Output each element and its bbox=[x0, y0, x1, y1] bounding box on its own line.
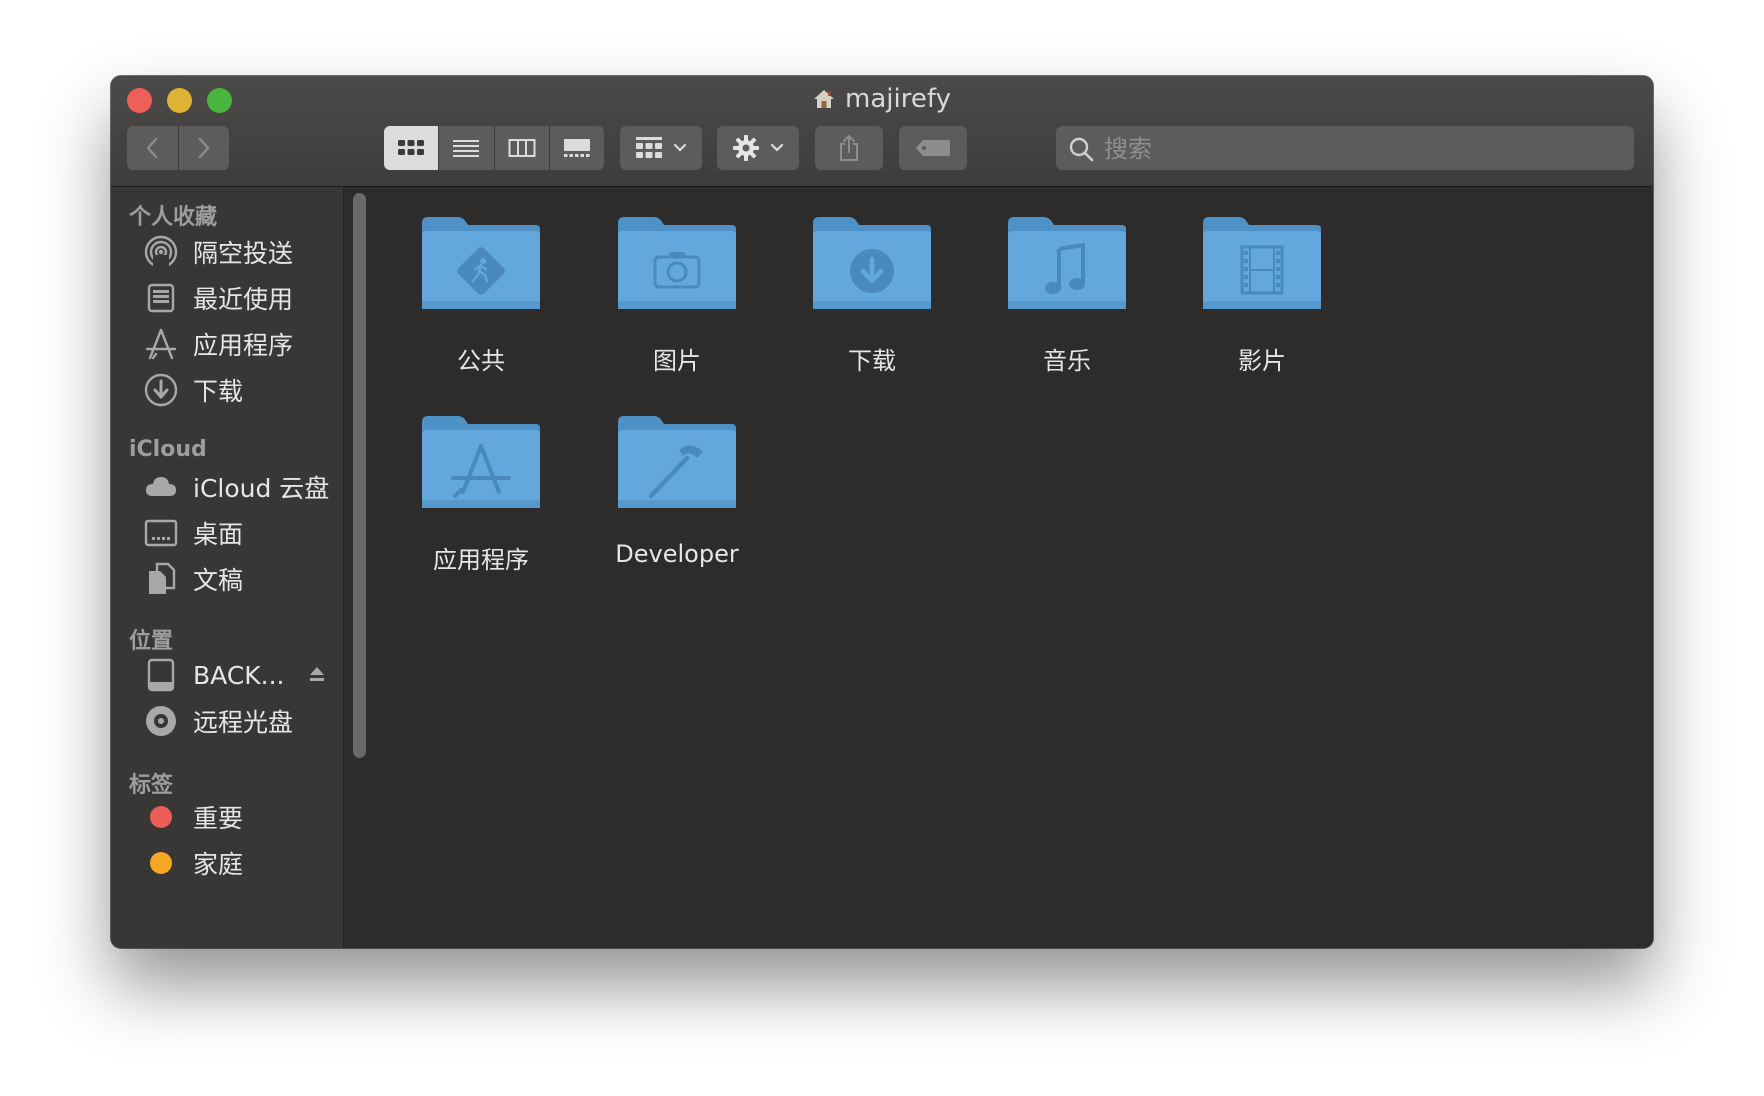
developer-folder-icon bbox=[618, 416, 736, 508]
documents-icon bbox=[141, 559, 181, 599]
sidebar-item-label: iCloud 云盘 bbox=[193, 474, 330, 503]
sidebar-item-tag-important[interactable]: 重要 bbox=[141, 797, 341, 837]
group-by-button[interactable] bbox=[620, 126, 702, 170]
file-area: 公共 图片 下载 音乐 影片 应用程序 Developer bbox=[374, 187, 1653, 948]
sidebar-header-tags: 标签 bbox=[129, 773, 174, 798]
file-name: 下载 bbox=[848, 347, 896, 375]
window-title-text: majirefy bbox=[845, 84, 951, 114]
gallery-icon bbox=[563, 139, 590, 157]
group-grid-icon bbox=[636, 137, 662, 158]
sidebar: 个人收藏 隔空投送 最近使用 应用程序 下载 iCloud iCloud 云盘 … bbox=[111, 187, 343, 948]
sidebar-item-label: 家庭 bbox=[193, 850, 244, 879]
drive-icon bbox=[141, 655, 181, 695]
file-item-applications[interactable]: 应用程序 bbox=[381, 414, 581, 584]
cloud-icon bbox=[141, 467, 181, 507]
recents-icon bbox=[141, 278, 181, 318]
file-name: 应用程序 bbox=[433, 546, 529, 574]
sidebar-item-icloud-drive[interactable]: iCloud 云盘 bbox=[141, 467, 341, 507]
list-view-button[interactable] bbox=[438, 126, 493, 170]
search-icon bbox=[1069, 137, 1094, 162]
icon-grid-icon bbox=[398, 140, 425, 155]
file-item-movies[interactable]: 影片 bbox=[1162, 215, 1362, 385]
finder-window: majirefy 搜索 个人收藏 隔空投送 最近使用 应用程序 下载 iClou… bbox=[111, 76, 1653, 948]
sidebar-item-label: 下载 bbox=[193, 377, 244, 406]
file-item-developer[interactable]: Developer bbox=[577, 414, 777, 584]
gallery-view-button[interactable] bbox=[548, 126, 604, 170]
sidebar-item-label: 桌面 bbox=[193, 520, 244, 549]
file-item-pictures[interactable]: 图片 bbox=[577, 215, 777, 385]
downloads-folder-icon bbox=[813, 217, 931, 309]
column-view-button[interactable] bbox=[493, 126, 549, 170]
toolbar: majirefy bbox=[111, 76, 1653, 187]
movies-folder-icon bbox=[1203, 217, 1321, 309]
back-button[interactable] bbox=[127, 126, 178, 170]
sidebar-item-airdrop[interactable]: 隔空投送 bbox=[141, 232, 341, 272]
icon-view-button[interactable] bbox=[384, 126, 439, 170]
search-input[interactable] bbox=[1102, 126, 1606, 172]
window-title: majirefy bbox=[111, 84, 1653, 117]
sidebar-item-label: 重要 bbox=[193, 804, 244, 833]
sidebar-item-backup-drive[interactable]: BACK... bbox=[141, 655, 341, 695]
tag-orange-icon bbox=[141, 843, 181, 883]
sidebar-item-applications[interactable]: 应用程序 bbox=[141, 324, 341, 364]
file-name: 图片 bbox=[653, 347, 701, 375]
sidebar-item-downloads[interactable]: 下载 bbox=[141, 370, 341, 410]
sidebar-item-documents[interactable]: 文稿 bbox=[141, 559, 341, 599]
sidebar-item-label: 远程光盘 bbox=[193, 708, 294, 737]
sidebar-scrollbar[interactable] bbox=[343, 187, 375, 948]
chevron-down-icon bbox=[770, 143, 784, 152]
eject-icon[interactable] bbox=[308, 665, 326, 687]
sidebar-item-label: 应用程序 bbox=[193, 331, 294, 360]
public-folder-icon bbox=[422, 217, 540, 309]
file-name: 公共 bbox=[457, 347, 505, 375]
applications-folder-icon bbox=[422, 416, 540, 508]
file-item-public[interactable]: 公共 bbox=[381, 215, 581, 385]
search-field[interactable] bbox=[1056, 126, 1634, 172]
sidebar-header-icloud: iCloud bbox=[129, 437, 207, 462]
sidebar-item-remote-disc[interactable]: 远程光盘 bbox=[141, 701, 341, 741]
home-icon bbox=[813, 87, 835, 117]
sidebar-item-label: 隔空投送 bbox=[193, 239, 294, 268]
share-icon bbox=[840, 134, 858, 161]
tag-icon bbox=[916, 140, 950, 156]
list-icon bbox=[453, 140, 480, 157]
tag-red-icon bbox=[141, 797, 181, 837]
file-name: Developer bbox=[615, 540, 739, 568]
airdrop-icon bbox=[141, 232, 181, 272]
action-button[interactable] bbox=[717, 126, 799, 170]
file-item-music[interactable]: 音乐 bbox=[967, 215, 1167, 385]
desktop-icon bbox=[141, 513, 181, 553]
gear-icon bbox=[733, 135, 759, 161]
sidebar-item-label: 最近使用 bbox=[193, 285, 294, 314]
chevron-left-icon bbox=[147, 137, 158, 159]
music-folder-icon bbox=[1008, 217, 1126, 309]
file-name: 音乐 bbox=[1043, 347, 1091, 375]
applications-icon bbox=[141, 324, 181, 364]
sidebar-item-desktop[interactable]: 桌面 bbox=[141, 513, 341, 553]
view-mode-group bbox=[384, 126, 604, 170]
sidebar-header-favorites: 个人收藏 bbox=[129, 205, 218, 230]
disc-icon bbox=[141, 701, 181, 741]
chevron-down-icon bbox=[673, 143, 687, 152]
file-item-downloads[interactable]: 下载 bbox=[772, 215, 972, 385]
sidebar-header-locations: 位置 bbox=[129, 629, 174, 654]
columns-icon bbox=[508, 139, 536, 157]
tags-button[interactable] bbox=[899, 126, 967, 170]
sidebar-item-label: BACK... bbox=[193, 660, 285, 690]
share-button[interactable] bbox=[815, 126, 883, 170]
sidebar-item-recents[interactable]: 最近使用 bbox=[141, 278, 341, 318]
sidebar-item-tag-home[interactable]: 家庭 bbox=[141, 843, 341, 883]
sidebar-scrollbar-thumb[interactable] bbox=[353, 193, 366, 758]
file-name: 影片 bbox=[1238, 347, 1286, 375]
chevron-right-icon bbox=[198, 137, 209, 159]
pictures-folder-icon bbox=[618, 217, 736, 309]
downloads-icon bbox=[141, 370, 181, 410]
forward-button[interactable] bbox=[177, 126, 230, 170]
sidebar-item-label: 文稿 bbox=[193, 566, 244, 595]
back-forward-group bbox=[127, 126, 229, 170]
